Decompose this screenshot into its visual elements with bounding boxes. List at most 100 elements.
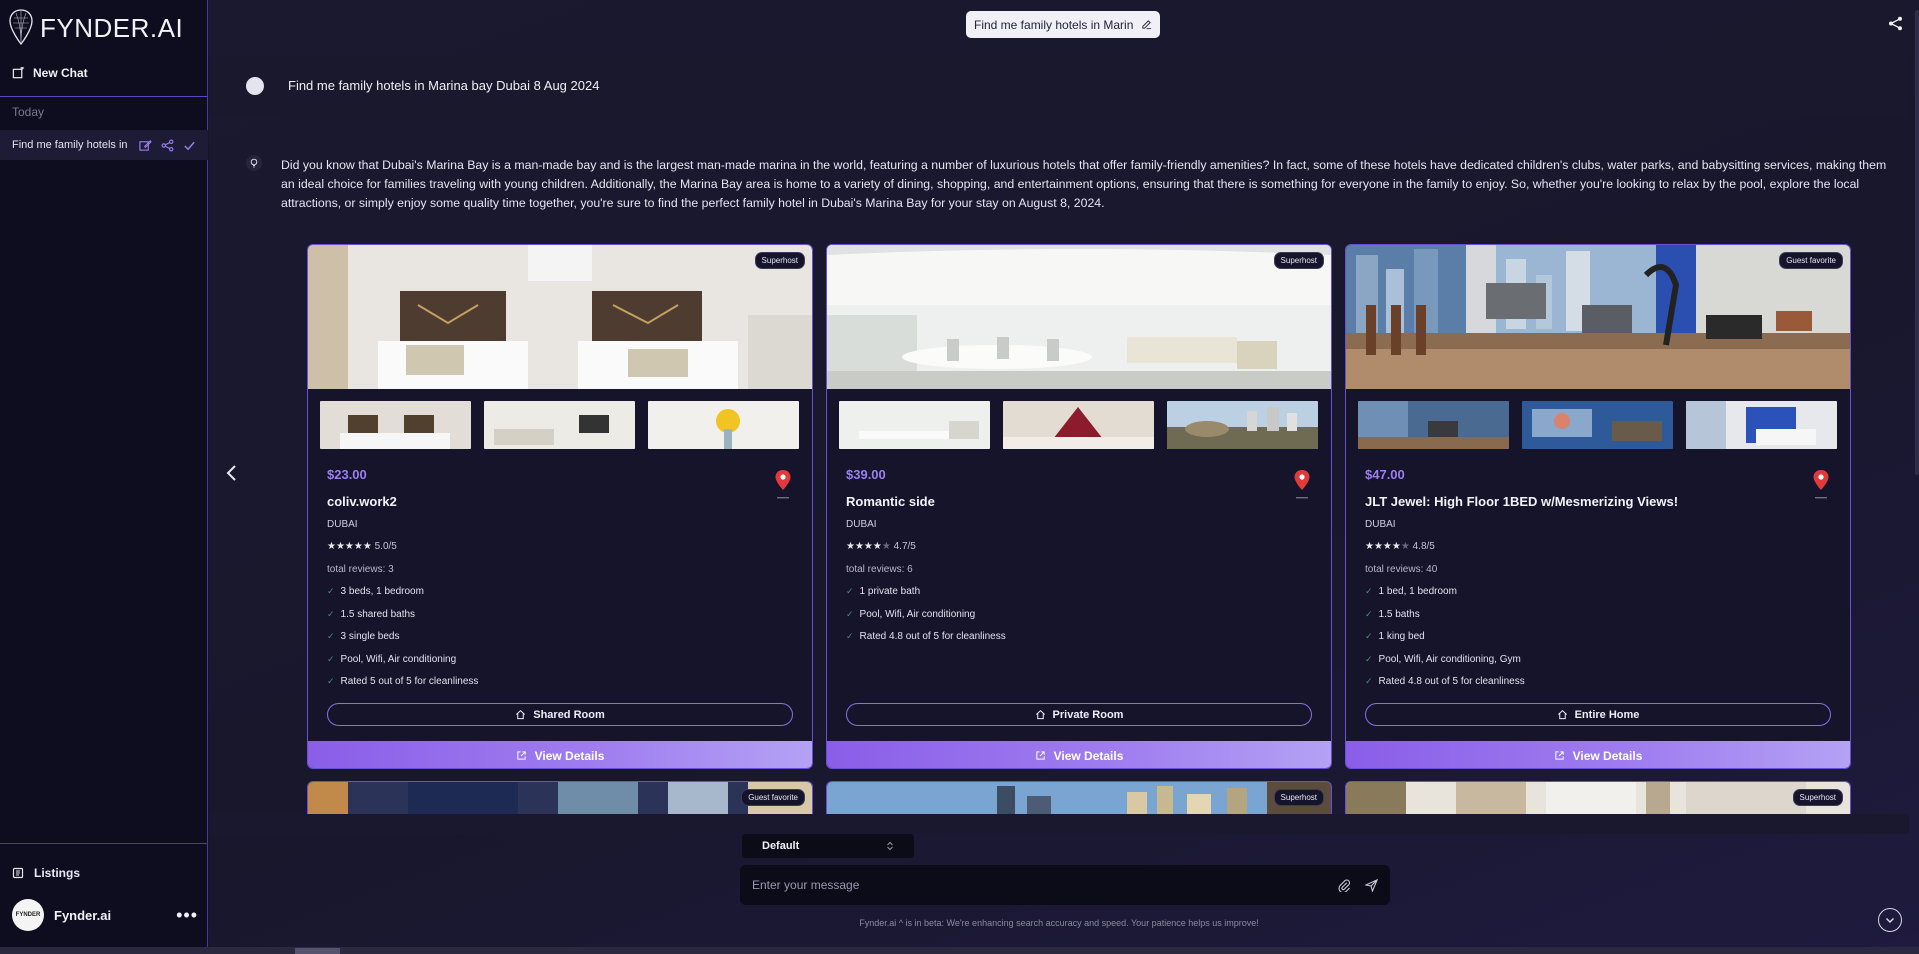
listing-city: DUBAI [846, 519, 877, 530]
view-details-button[interactable]: View Details [827, 741, 1331, 768]
listing-badge: Superhost [754, 252, 805, 269]
map-location-icon[interactable] [774, 469, 792, 501]
message-input[interactable] [752, 878, 1338, 892]
sidebar-divider [0, 96, 208, 97]
external-link-icon [1035, 751, 1045, 760]
listings-icon [12, 867, 24, 879]
feature-item: ✓ 1.5 shared baths [327, 608, 416, 620]
listing-thumbnail[interactable] [1358, 401, 1509, 449]
star-rating-icon: ★★★★★ [327, 541, 372, 552]
listing-price: $39.00 [846, 467, 886, 482]
mode-select[interactable]: Default [742, 834, 914, 858]
listing-card[interactable]: Superhost $39.00 Romantic side DUBAI ★★★… [826, 244, 1332, 769]
listing-rating: ★★★★★ 4.7/5 [846, 541, 916, 552]
map-location-icon[interactable] [1293, 469, 1311, 501]
horizontal-scrollbar[interactable] [0, 947, 1919, 954]
check-icon[interactable] [183, 139, 196, 152]
share-icon[interactable] [161, 139, 174, 152]
feature-item: ✓ Pool, Wifi, Air conditioning, Gym [1365, 653, 1521, 665]
view-details-button[interactable]: View Details [1346, 741, 1850, 768]
listing-hero-image[interactable] [1346, 245, 1850, 389]
vertical-scrollbar[interactable] [1915, 10, 1919, 475]
listing-card[interactable]: Guest favorite [307, 781, 813, 815]
new-chat-label: New Chat [33, 66, 88, 80]
listing-card[interactable]: Superhost $23.00 coliv.work2 DUBAI ★★★★★… [307, 244, 813, 769]
horizontal-scrollbar-thumb[interactable] [295, 948, 340, 954]
listing-thumbnail[interactable] [1167, 401, 1318, 449]
carousel-prev-icon[interactable] [222, 463, 242, 483]
external-link-icon [516, 751, 526, 760]
sidebar: FYNDER.AI New Chat Today Find me family … [0, 0, 208, 954]
feature-item: ✓ 1 private bath [846, 586, 921, 597]
check-icon: ✓ [1365, 676, 1373, 687]
listing-title: JLT Jewel: High Floor 1BED w/Mesmerizing… [1365, 494, 1679, 509]
new-chat-button[interactable]: New Chat [12, 66, 88, 80]
map-pin-logo-icon [9, 9, 33, 46]
share-chat-icon[interactable] [1888, 16, 1903, 31]
feature-item: ✓ Rated 4.8 out of 5 for cleanliness [1365, 676, 1525, 688]
view-details-label: View Details [1572, 748, 1643, 763]
listing-card[interactable]: Superhost [1345, 781, 1851, 815]
listing-badge: Guest favorite [1779, 252, 1843, 269]
edit-icon[interactable] [139, 139, 152, 152]
listing-hero-image[interactable] [827, 782, 1332, 815]
check-icon: ✓ [1365, 653, 1373, 664]
profile-name: Fynder.ai [54, 907, 112, 923]
map-location-icon[interactable] [1812, 469, 1830, 501]
listing-badge: Superhost [1273, 789, 1324, 806]
chat-title: Find me family hotels in Marin [974, 17, 1134, 32]
more-options-icon[interactable]: ••• [176, 905, 198, 926]
listing-thumbnail[interactable] [648, 401, 799, 449]
room-type-button[interactable]: Shared Room [327, 703, 793, 726]
rating-value: 4.7/5 [893, 541, 916, 552]
listing-thumbnail[interactable] [320, 401, 471, 449]
listing-thumbnail[interactable] [1522, 401, 1673, 449]
view-details-button[interactable]: View Details [308, 741, 812, 768]
profile-row[interactable]: FYNDER Fynder.ai ••• [12, 899, 198, 931]
listing-card[interactable]: Guest favorite $47.00 JLT Jewel: High Fl… [1345, 244, 1851, 769]
check-icon: ✓ [327, 653, 335, 664]
sidebar-bottom-divider [0, 843, 208, 844]
edit-title-icon[interactable] [1141, 19, 1152, 30]
listing-badge: Guest favorite [741, 789, 805, 806]
beta-notice: Fynder.ai ^ is in beta: We're enhancing … [859, 918, 1259, 928]
lightbulb-icon [250, 158, 258, 168]
listings-link[interactable]: Listings [12, 866, 80, 880]
attach-icon[interactable] [1338, 879, 1351, 892]
chat-history-item[interactable]: Find me family hotels in Marin [0, 130, 208, 160]
scroll-down-button[interactable] [1878, 908, 1902, 932]
new-chat-icon [12, 66, 25, 78]
chat-history-title: Find me family hotels in Marin [12, 139, 131, 151]
check-icon: ✓ [327, 586, 335, 596]
room-type-button[interactable]: Entire Home [1365, 703, 1831, 726]
room-type-button[interactable]: Private Room [846, 703, 1312, 726]
message-composer[interactable] [740, 865, 1390, 905]
send-icon[interactable] [1365, 878, 1378, 892]
listing-thumbnail[interactable] [839, 401, 990, 449]
check-icon: ✓ [1365, 586, 1373, 596]
listing-thumbnail[interactable] [484, 401, 635, 449]
chevron-down-icon [1885, 917, 1895, 924]
check-icon: ✓ [327, 631, 335, 642]
listing-card[interactable]: Superhost [826, 781, 1332, 815]
feature-item: ✓ Pool, Wifi, Air conditioning [327, 653, 457, 665]
section-today-label: Today [12, 105, 45, 119]
chat-title-pill[interactable]: Find me family hotels in Marin [966, 11, 1161, 38]
listing-thumbnail[interactable] [1686, 401, 1837, 449]
check-icon: ✓ [327, 608, 335, 619]
listing-hero-image[interactable] [308, 245, 812, 389]
feature-item: ✓ 3 beds, 1 bedroom [327, 586, 424, 597]
listing-city: DUBAI [327, 519, 358, 530]
feature-item: ✓ Rated 4.8 out of 5 for cleanliness [846, 631, 1006, 643]
listing-hero-image[interactable] [827, 245, 1331, 389]
logo[interactable]: FYNDER.AI [8, 8, 183, 48]
listing-reviews: total reviews: 40 [1365, 564, 1438, 575]
home-icon [516, 709, 526, 720]
rating-value: 4.8/5 [1412, 541, 1435, 552]
listing-thumbnail[interactable] [1003, 401, 1154, 449]
listing-hero-image[interactable] [308, 782, 813, 815]
feature-item: ✓ Rated 5 out of 5 for cleanliness [327, 676, 479, 688]
listing-features: ✓ 1 bed, 1 bedroom ✓ 1.5 baths ✓ 1 king bed… [1365, 586, 1525, 699]
listing-features: ✓ 3 beds, 1 bedroom ✓ 1.5 shared baths ✓ 3 … [327, 586, 478, 699]
listing-hero-image[interactable] [1346, 782, 1851, 815]
